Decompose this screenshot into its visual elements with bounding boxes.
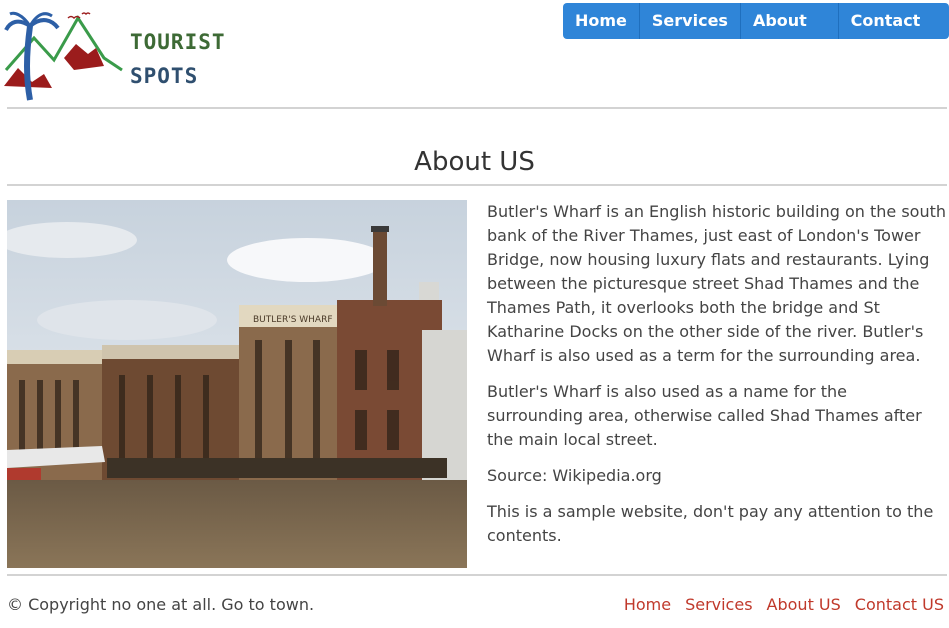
copyright-text: © Copyright no one at all. Go to town. — [7, 595, 315, 614]
paragraph-source: Source: Wikipedia.org — [487, 466, 662, 485]
paragraph-area-name: Butler's Wharf is also used as a name fo… — [487, 382, 922, 449]
footer-link-contact-us[interactable]: Contact US — [855, 595, 944, 614]
logo-text-line1: TOURIST — [130, 30, 226, 54]
title-divider — [7, 184, 947, 186]
wharf-sign: BUTLER'S WHARF — [253, 315, 333, 325]
footer-link-home[interactable]: Home — [624, 595, 671, 614]
site-logo[interactable]: TOURIST SPOTS — [4, 8, 225, 103]
footer-link-about-us[interactable]: About US — [767, 595, 841, 614]
nav-services[interactable]: Services — [640, 3, 741, 39]
footer-nav: Home Services About US Contact US — [624, 595, 944, 614]
nav-contact-us[interactable]: Contact US — [839, 3, 949, 39]
paragraph-history: Butler's Wharf is an English historic bu… — [487, 202, 946, 365]
nav-about-us[interactable]: About US — [741, 3, 839, 39]
nav-home[interactable]: Home — [563, 3, 640, 39]
butlers-wharf-photo: BUTLER'S WHARF — [7, 200, 467, 568]
header-divider — [7, 107, 947, 109]
logo-text-line2: SPOTS — [130, 64, 199, 88]
footer-divider — [7, 574, 947, 576]
about-content: Butler's Wharf is an English historic bu… — [487, 200, 947, 560]
logo-palm-mountains-icon — [4, 11, 123, 101]
paragraph-disclaimer: This is a sample website, don't pay any … — [487, 502, 934, 545]
footer-link-services[interactable]: Services — [685, 595, 752, 614]
main-nav: Home Services About US Contact US — [563, 3, 949, 39]
page-title: About US — [414, 147, 535, 178]
